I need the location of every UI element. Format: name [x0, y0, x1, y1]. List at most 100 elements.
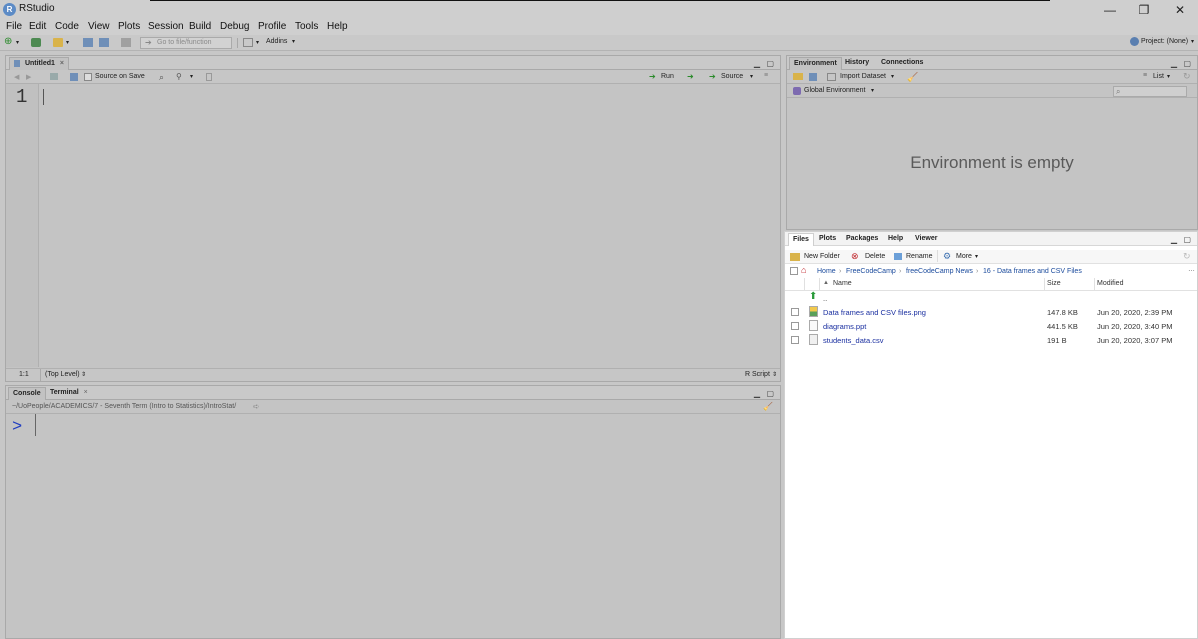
minimize-files-icon[interactable]: ▁	[1171, 235, 1177, 244]
scope-selector[interactable]: (Top Level)	[45, 371, 80, 378]
source-dropdown-icon[interactable]: ▾	[750, 73, 753, 80]
more-button[interactable]: More	[956, 253, 972, 260]
global-environment-selector[interactable]: Global Environment	[804, 87, 865, 94]
menu-help[interactable]: Help	[327, 21, 348, 32]
save-source-icon[interactable]	[70, 73, 78, 81]
more-dropdown-icon[interactable]: ▾	[975, 253, 978, 260]
maximize-env-icon[interactable]: ▢	[1183, 59, 1191, 68]
environment-search-input[interactable]: ⌕	[1113, 86, 1187, 97]
open-dropdown-icon[interactable]: ▾	[66, 39, 76, 48]
maximize-console-icon[interactable]: ▢	[766, 389, 774, 398]
layout-dropdown-icon[interactable]: ▾	[256, 39, 266, 48]
editor-cursor[interactable]	[43, 89, 44, 105]
compile-report-icon[interactable]	[206, 73, 212, 81]
tab-help[interactable]: Help	[884, 233, 907, 246]
show-in-window-icon[interactable]	[50, 73, 58, 80]
file-checkbox[interactable]	[791, 308, 799, 316]
addins-button[interactable]: Addins	[266, 38, 287, 45]
menu-file[interactable]: File	[6, 21, 22, 32]
view-mode-selector[interactable]: List	[1153, 73, 1164, 80]
import-dataset-icon[interactable]	[827, 73, 836, 81]
minimize-console-icon[interactable]: ▁	[754, 389, 760, 398]
global-env-dropdown-icon[interactable]: ▾	[871, 87, 874, 94]
minimize-pane-icon[interactable]: ▁	[754, 59, 760, 68]
select-all-checkbox[interactable]	[790, 267, 798, 275]
breadcrumb-freecodecamp-news[interactable]: freeCodeCamp News	[906, 268, 973, 275]
menu-plots[interactable]: Plots	[118, 21, 140, 32]
import-dataset-button[interactable]: Import Dataset	[840, 73, 886, 80]
open-file-icon[interactable]	[53, 38, 63, 47]
menu-build[interactable]: Build	[189, 21, 211, 32]
broom-icon[interactable]: 🧹	[907, 72, 918, 83]
maximize-pane-icon[interactable]: ▢	[766, 59, 774, 68]
magic-wand-icon[interactable]: ⚲	[176, 72, 182, 81]
addins-dropdown-icon[interactable]: ▾	[292, 38, 295, 45]
file-checkbox[interactable]	[791, 336, 799, 344]
tab-history[interactable]: History	[841, 57, 873, 70]
save-all-icon[interactable]	[99, 38, 109, 47]
file-checkbox[interactable]	[791, 322, 799, 330]
outline-icon[interactable]: ≡	[764, 72, 768, 79]
scope-dropdown-icon[interactable]: ⇕	[81, 371, 86, 378]
new-folder-button[interactable]: New Folder	[804, 253, 840, 260]
project-menu[interactable]: Project: (None)	[1141, 38, 1188, 45]
run-arrow-icon[interactable]: ➔	[649, 72, 656, 81]
more-path-icon[interactable]: …	[1188, 266, 1195, 273]
breadcrumb-home[interactable]: Home	[817, 268, 836, 275]
go-to-directory-icon[interactable]: ➪	[253, 402, 260, 411]
minimize-button[interactable]: —	[1100, 2, 1120, 18]
filetype-dropdown-icon[interactable]: ⇕	[772, 371, 777, 378]
column-modified[interactable]: Modified	[1097, 280, 1123, 287]
tab-packages[interactable]: Packages	[842, 233, 882, 246]
file-name-link[interactable]: students_data.csv	[823, 336, 883, 345]
print-icon[interactable]	[121, 38, 131, 47]
tab-terminal[interactable]: Terminal ×	[46, 387, 92, 400]
source-arrow-icon[interactable]: ➔	[709, 72, 716, 81]
back-arrow-icon[interactable]: ◀	[14, 73, 19, 81]
restore-button[interactable]: ❐	[1134, 2, 1154, 18]
save-workspace-icon[interactable]	[809, 73, 817, 81]
forward-arrow-icon[interactable]: ▶	[26, 73, 31, 81]
tab-untitled1[interactable]: Untitled1 ×	[9, 57, 69, 70]
menu-debug[interactable]: Debug	[220, 21, 249, 32]
new-file-icon[interactable]: ⊕	[4, 36, 14, 47]
rerun-icon[interactable]: ➜	[687, 72, 694, 81]
file-row[interactable]: students_data.csv 191 B Jun 20, 2020, 3:…	[785, 334, 1197, 348]
parent-directory-row[interactable]: ⬆ ..	[785, 291, 1197, 306]
close-button[interactable]: ✕	[1170, 2, 1190, 18]
delete-button[interactable]: Delete	[865, 253, 885, 260]
file-row[interactable]: Data frames and CSV files.png 147.8 KB J…	[785, 306, 1197, 320]
new-file-dropdown-icon[interactable]: ▾	[16, 39, 26, 48]
minimize-env-icon[interactable]: ▁	[1171, 59, 1177, 68]
clear-console-icon[interactable]: 🧹	[763, 402, 773, 411]
column-name[interactable]: Name	[833, 280, 852, 287]
run-button[interactable]: Run	[661, 73, 674, 80]
menu-session[interactable]: Session	[148, 21, 184, 32]
breadcrumb-freecodecamp[interactable]: FreeCodeCamp	[846, 268, 896, 275]
tab-plots[interactable]: Plots	[815, 233, 840, 246]
load-workspace-icon[interactable]	[793, 73, 803, 80]
project-dropdown-icon[interactable]: ▾	[1191, 38, 1194, 45]
tab-console[interactable]: Console	[8, 387, 46, 400]
home-icon[interactable]: ⌂	[801, 265, 806, 275]
parent-directory-label[interactable]: ..	[823, 294, 827, 303]
tab-viewer[interactable]: Viewer	[911, 233, 941, 246]
menu-tools[interactable]: Tools	[295, 21, 318, 32]
file-row[interactable]: diagrams.ppt 441.5 KB Jun 20, 2020, 3:40…	[785, 320, 1197, 334]
view-mode-dropdown-icon[interactable]: ▾	[1167, 73, 1170, 80]
console-cursor[interactable]	[35, 414, 36, 436]
column-size[interactable]: Size	[1047, 280, 1061, 287]
menu-code[interactable]: Code	[55, 21, 79, 32]
refresh-files-icon[interactable]: ↻	[1183, 251, 1191, 262]
refresh-env-icon[interactable]: ↻	[1183, 71, 1191, 82]
breadcrumb-current-folder[interactable]: 16 - Data frames and CSV Files	[983, 268, 1082, 275]
tab-environment[interactable]: Environment	[789, 57, 842, 70]
tab-connections[interactable]: Connections	[877, 57, 927, 70]
tab-files[interactable]: Files	[788, 233, 814, 246]
search-icon[interactable]: ⌕	[159, 72, 164, 83]
new-project-icon[interactable]	[31, 38, 41, 47]
menu-view[interactable]: View	[88, 21, 110, 32]
save-icon[interactable]	[83, 38, 93, 47]
file-name-link[interactable]: diagrams.ppt	[823, 322, 866, 331]
rename-button[interactable]: Rename	[906, 253, 932, 260]
